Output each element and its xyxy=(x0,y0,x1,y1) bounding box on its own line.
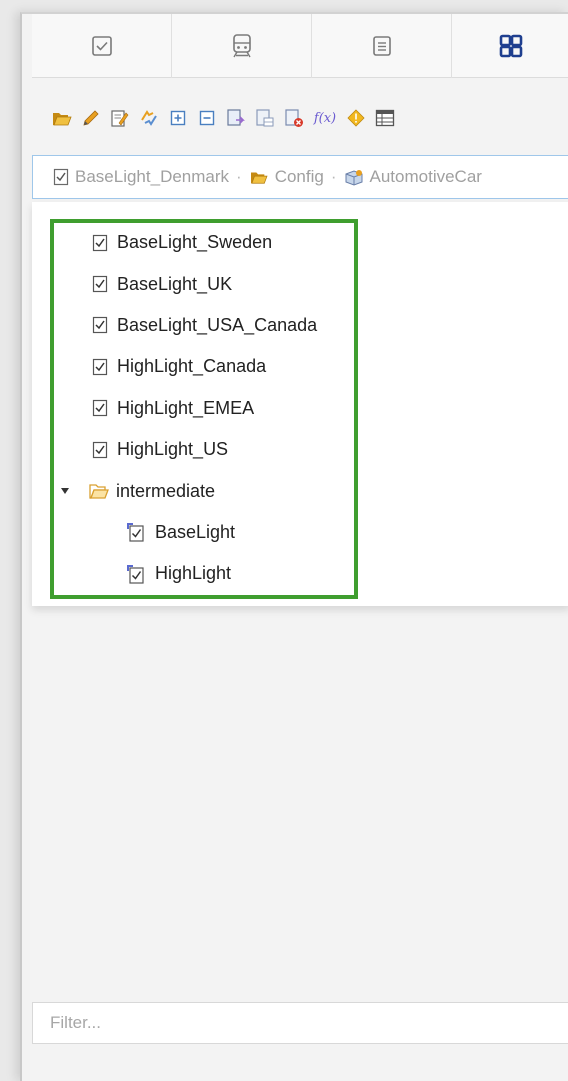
folder-open-icon xyxy=(53,113,72,126)
document-grid-icon xyxy=(256,109,274,127)
expand-all-button[interactable] xyxy=(168,108,188,128)
package-icon xyxy=(345,170,363,186)
train-icon xyxy=(232,34,251,58)
delete-document-button[interactable] xyxy=(284,108,304,128)
highlight-box xyxy=(50,219,358,599)
warning-button[interactable] xyxy=(346,108,366,128)
pencil-icon xyxy=(83,110,99,126)
tab-checklist[interactable] xyxy=(32,14,172,78)
configuration-panel: f(x) BaseLight_Denmark · Config · Automo… xyxy=(20,12,568,1081)
breadcrumb-label: Config xyxy=(274,167,324,186)
tab-list[interactable] xyxy=(312,14,452,78)
breadcrumb-item-baselight-denmark[interactable]: BaseLight_Denmark xyxy=(53,167,229,187)
tab-grid[interactable] xyxy=(452,14,568,78)
sync-button[interactable] xyxy=(139,108,159,128)
collapse-all-button[interactable] xyxy=(197,108,217,128)
document-arrow-icon xyxy=(227,109,245,126)
edit-document-button[interactable] xyxy=(110,108,130,128)
breadcrumb-separator: · xyxy=(236,167,242,186)
table-icon xyxy=(375,109,395,127)
document-list-button[interactable] xyxy=(255,108,275,128)
edit-document-icon xyxy=(111,110,129,127)
breadcrumb-dropdown: BaseLight_Sweden BaseLight_UK BaseLight_… xyxy=(32,202,568,606)
formula-button[interactable]: f(x) xyxy=(313,108,337,128)
document-delete-icon xyxy=(285,109,303,127)
plus-square-icon xyxy=(170,110,186,126)
minus-square-icon xyxy=(199,110,215,126)
folder-open-icon xyxy=(250,172,268,184)
checkbox-icon xyxy=(91,36,112,56)
grid-icon xyxy=(499,34,523,58)
sync-arrows-icon xyxy=(141,110,157,126)
breadcrumb: BaseLight_Denmark · Config · AutomotiveC… xyxy=(32,155,568,199)
document-list-icon xyxy=(372,36,391,56)
open-folder-button[interactable] xyxy=(52,108,72,128)
table-button[interactable] xyxy=(375,108,395,128)
document-arrow-button[interactable] xyxy=(226,108,246,128)
tab-train[interactable] xyxy=(172,14,312,78)
filter-field xyxy=(32,1002,568,1044)
breadcrumb-label: AutomotiveCar xyxy=(369,167,482,186)
breadcrumb-separator: · xyxy=(330,167,337,186)
breadcrumb-item-config[interactable]: Config xyxy=(249,167,324,187)
filter-input[interactable] xyxy=(50,1013,568,1033)
config-file-icon xyxy=(53,168,69,186)
warning-diamond-icon xyxy=(347,109,365,127)
breadcrumb-item-automotivecar[interactable]: AutomotiveCar xyxy=(344,167,482,187)
edit-button[interactable] xyxy=(81,108,101,128)
breadcrumb-label: BaseLight_Denmark xyxy=(75,167,230,186)
view-tabs xyxy=(32,14,568,78)
formula-icon: f(x) xyxy=(313,110,337,126)
toolbar: f(x) xyxy=(52,106,395,130)
